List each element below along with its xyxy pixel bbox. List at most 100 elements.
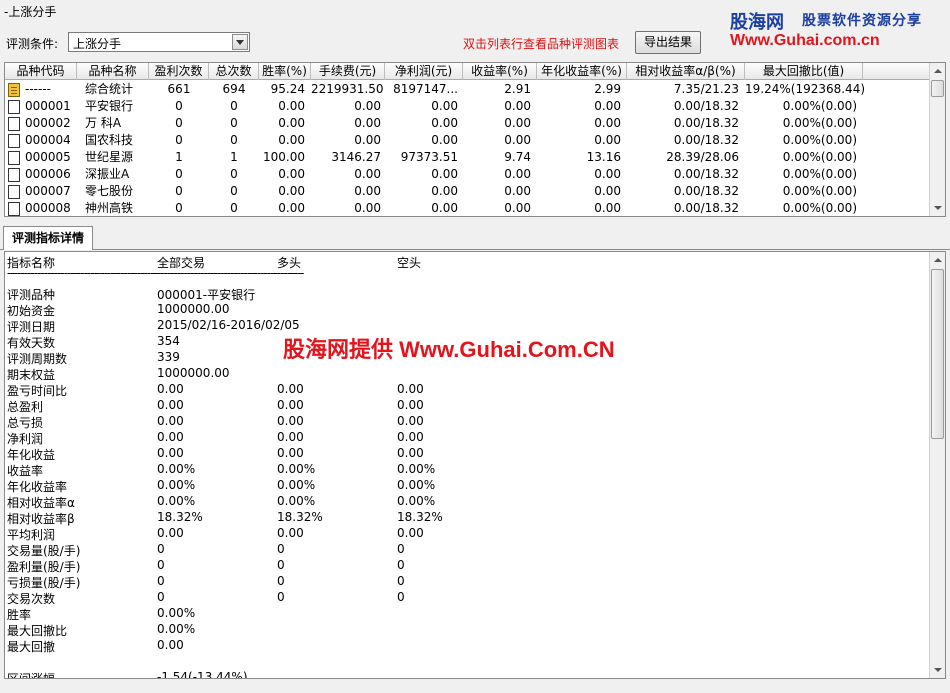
cell-ret: 0.00 [504, 201, 531, 215]
detail-name-value: 总亏损 [7, 416, 44, 430]
detail-all-value: 0.00% [157, 622, 196, 636]
cell-annual: 13.16 [586, 150, 621, 164]
table-row[interactable]: 000002 万 科A 0 0 0.00 0.00 0.00 0.00 0.00 0.00/18.… [5, 115, 930, 132]
hint-text: 双击列表行查看品种评测图表 [463, 37, 620, 51]
cell-profit: 0.00 [431, 116, 458, 130]
cell-winrate: 0.00 [278, 167, 305, 181]
cell-total: 0 [230, 116, 238, 130]
tab-detail[interactable]: 评测指标详情 [3, 226, 93, 250]
detail-all-value: 0 [157, 542, 165, 556]
table-row[interactable]: 000001 平安银行 0 0 0.00 0.00 0.00 0.00 0.00 0.00/18.… [5, 98, 930, 115]
results-grid[interactable]: 品种代码 品种名称 盈利次数 总次数 胜率(%) 手续费(元) 净利润(元) 收… [4, 62, 946, 217]
detail-all-value: 0.00 [157, 398, 184, 412]
scroll-down-icon[interactable] [930, 662, 945, 678]
cell-fee: 0.00 [354, 201, 381, 215]
site-watermark: 股海网提供 Www.Guhai.Com.CN [283, 337, 615, 362]
cell-name: 神州高铁 [85, 201, 134, 215]
detail-short-value: 0.00% [397, 478, 436, 492]
cell-winrate: 0.00 [278, 184, 305, 198]
detail-name-value: 亏损量(股/手) [7, 576, 81, 590]
cell-annual: 0.00 [594, 184, 621, 198]
detail-long-value: 0.00 [277, 382, 304, 396]
detail-name-value: 盈利量(股/手) [7, 560, 81, 574]
detail-panel: 指标名称 全部交易 多头 空头 ------------------------… [4, 251, 946, 679]
table-row[interactable]: 000004 国农科技 0 0 0.00 0.00 0.00 0.00 0.00 0.00/18.… [5, 132, 930, 149]
scroll-up-icon[interactable] [930, 252, 945, 268]
table-row[interactable]: 000007 零七股份 0 0 0.00 0.00 0.00 0.00 0.00 0.00/18.… [5, 183, 930, 200]
cell-winrate: 0.00 [278, 116, 305, 130]
cell-wins: 1 [175, 150, 183, 164]
cell-rel: 0.00/18.32 [673, 133, 739, 147]
column-header-max-drawdown[interactable]: 最大回撤比(值) [745, 63, 863, 80]
detail-body: 指标名称 全部交易 多头 空头 ------------------------… [5, 252, 930, 678]
cell-profit: 8197147... [393, 82, 458, 96]
cell-wins: 0 [175, 133, 183, 147]
cell-ret: 0.00 [504, 133, 531, 147]
detail-all-value: 0.00 [157, 526, 184, 540]
column-header-total[interactable]: 总次数 [209, 63, 259, 80]
detail-name-value: 年化收益 [7, 448, 56, 462]
column-header-wins[interactable]: 盈利次数 [149, 63, 209, 80]
cell-dd: 0.00%(0.00) [782, 150, 857, 164]
column-header-relative-return[interactable]: 相对收益率α/β(%) [627, 63, 745, 80]
cell-name: 平安银行 [85, 99, 134, 113]
detail-long-value: 0 [277, 542, 285, 556]
cell-winrate: 0.00 [278, 133, 305, 147]
table-row[interactable]: 000005 世纪星源 1 1 100.00 3146.27 97373.51 9.74 13.… [5, 149, 930, 166]
column-header-profit[interactable]: 净利润(元) [385, 63, 463, 80]
column-header-return[interactable]: 收益率(%) [463, 63, 537, 80]
cell-fee: 0.00 [354, 133, 381, 147]
cell-wins: 0 [175, 201, 183, 215]
detail-name-value: 盈亏时间比 [7, 384, 68, 398]
chevron-down-icon[interactable] [232, 34, 248, 50]
column-header-name[interactable]: 品种名称 [77, 63, 149, 80]
detail-short-value: 0.00% [397, 494, 436, 508]
detail-name-value: 净利润 [7, 432, 44, 446]
table-row[interactable]: ------ 综合统计 661 694 95.24 2219931.50 8197147..… [5, 81, 930, 98]
grid-body: ------ 综合统计 661 694 95.24 2219931.50 8197147..… [5, 81, 930, 217]
cell-winrate: 0.00 [278, 201, 305, 215]
column-header-winrate[interactable]: 胜率(%) [259, 63, 311, 80]
cell-annual: 0.00 [594, 201, 621, 215]
cell-dd: 0.00%(0.00) [782, 201, 857, 215]
cell-dd: 0.00%(0.00) [782, 133, 857, 147]
cell-annual: 0.00 [594, 167, 621, 181]
table-row[interactable]: 000008 神州高铁 0 0 0.00 0.00 0.00 0.00 0.00 0.00/18.… [5, 200, 930, 217]
detail-all-value: 0.00 [157, 414, 184, 428]
detail-short-value: 0.00 [397, 446, 424, 460]
cell-ret: 0.00 [504, 184, 531, 198]
detail-long-value: 0 [277, 590, 285, 604]
detail-name-value: 平均利润 [7, 528, 56, 542]
cell-code: 000007 [25, 184, 71, 198]
detail-header-short: 空头 [397, 256, 422, 270]
scroll-thumb[interactable] [931, 269, 944, 439]
cell-code: 000004 [25, 133, 71, 147]
grid-scrollbar[interactable] [929, 63, 945, 216]
detail-separator: ----------------------------------------… [7, 266, 304, 280]
column-header-annual-return[interactable]: 年化收益率(%) [537, 63, 627, 80]
detail-all-value: 0 [157, 590, 165, 604]
detail-name-value: 有效天数 [7, 336, 56, 350]
cell-annual: 0.00 [594, 116, 621, 130]
cell-name: 国农科技 [85, 133, 134, 147]
table-row[interactable]: 000006 深振业A 0 0 0.00 0.00 0.00 0.00 0.00 0.00/18.… [5, 166, 930, 183]
cell-winrate: 0.00 [278, 99, 305, 113]
cell-annual: 2.99 [594, 82, 621, 96]
scroll-up-icon[interactable] [930, 63, 945, 79]
cell-dd: 19.24%(192368.44) [745, 82, 866, 96]
scroll-thumb[interactable] [931, 80, 944, 97]
detail-name-value: 评测日期 [7, 320, 56, 334]
detail-all-value: 1000000.00 [157, 302, 230, 316]
detail-long-value: 0.00 [277, 430, 304, 444]
column-header-code[interactable]: 品种代码 [5, 63, 77, 80]
column-header-fee[interactable]: 手续费(元) [311, 63, 385, 80]
export-button[interactable]: 导出结果 [635, 31, 701, 54]
detail-name-value: 期末权益 [7, 368, 56, 382]
detail-short-value: 0 [397, 558, 405, 572]
scroll-down-icon[interactable] [930, 200, 945, 216]
detail-scrollbar[interactable] [929, 252, 945, 678]
condition-select-value: 上涨分手 [73, 37, 122, 51]
cell-ret: 0.00 [504, 99, 531, 113]
condition-select[interactable]: 上涨分手 [68, 32, 250, 52]
cell-rel: 0.00/18.32 [673, 167, 739, 181]
